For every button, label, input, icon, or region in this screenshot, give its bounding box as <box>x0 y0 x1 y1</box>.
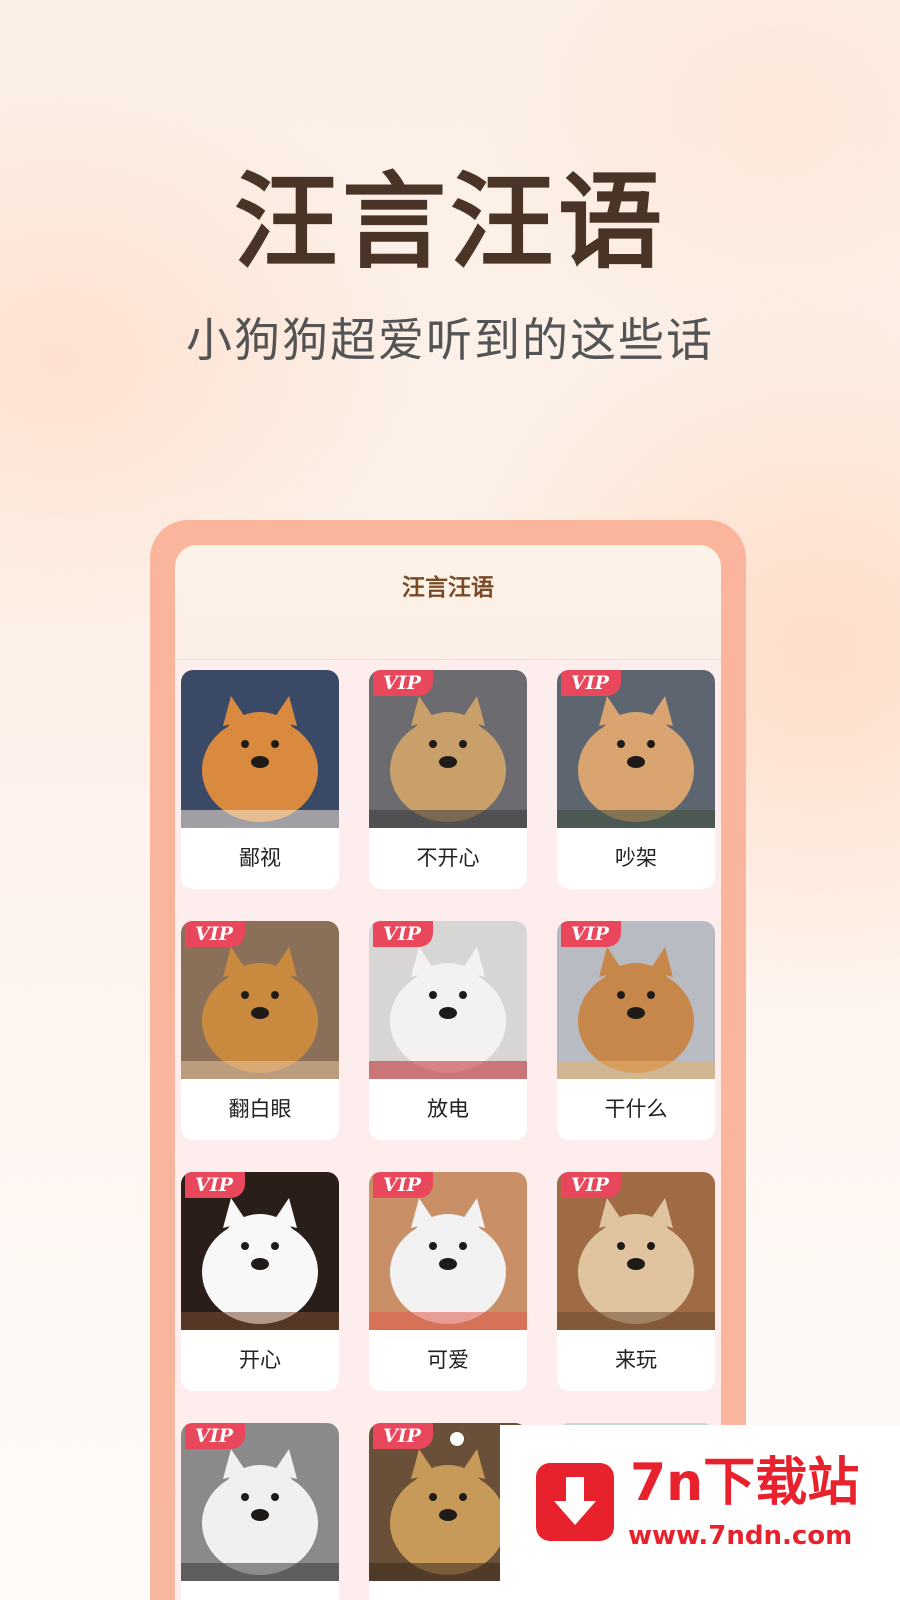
hero-subtitle: 小狗狗超爱听到的这些话 <box>186 313 714 367</box>
vip-badge: VIP <box>373 921 433 947</box>
phrase-card-label: 不开心 <box>416 846 480 870</box>
phrase-card[interactable]: VIP 吵架 <box>557 670 715 889</box>
vip-badge: VIP <box>185 1172 245 1198</box>
vip-badge: VIP <box>373 1172 433 1198</box>
phrase-card-label: 来玩 <box>615 1348 657 1372</box>
vip-badge: VIP <box>185 1423 245 1449</box>
vip-badge: VIP <box>373 1423 433 1449</box>
phrase-card[interactable]: VIP <box>181 1423 339 1600</box>
phrase-card[interactable]: VIP 干什么 <box>557 921 715 1140</box>
shiba-dog-photo <box>181 670 339 828</box>
download-arrow-icon <box>536 1463 614 1541</box>
phrase-card-label: 放电 <box>427 1097 469 1121</box>
vip-badge: VIP <box>561 670 621 696</box>
watermark-url: www.7ndn.com <box>628 1521 853 1551</box>
phrase-card[interactable]: VIP 可爱 <box>369 1172 527 1391</box>
phrase-card-label: 可爱 <box>427 1348 469 1372</box>
phrase-card-label: 开心 <box>239 1348 281 1372</box>
vip-badge: VIP <box>561 921 621 947</box>
phrase-card[interactable]: VIP 开心 <box>181 1172 339 1391</box>
vip-badge: VIP <box>561 1172 621 1198</box>
phrase-card[interactable]: VIP 放电 <box>369 921 527 1140</box>
vip-badge: VIP <box>373 670 433 696</box>
watermark: 7n下载站 www.7ndn.com <box>500 1425 900 1600</box>
vip-badge: VIP <box>185 921 245 947</box>
phrase-card-label: 干什么 <box>604 1097 668 1121</box>
phrase-card[interactable]: VIP 来玩 <box>557 1172 715 1391</box>
phrase-card-label <box>181 1581 339 1600</box>
phrase-card-label: 鄙视 <box>239 846 281 870</box>
app-title: 汪言汪语 <box>402 575 494 601</box>
page-indicator-dot <box>450 1432 464 1446</box>
phrase-card-label: 翻白眼 <box>228 1097 292 1121</box>
phrase-card[interactable]: VIP 翻白眼 <box>181 921 339 1140</box>
hero-title: 汪言汪语 <box>233 161 666 283</box>
phrase-card[interactable]: VIP 不开心 <box>369 670 527 889</box>
phrase-card[interactable]: 鄙视 <box>181 670 339 889</box>
watermark-brand: 7n下载站 <box>630 1453 860 1513</box>
app-header: 汪言汪语 <box>175 545 721 660</box>
phrase-card-label: 吵架 <box>615 846 657 870</box>
